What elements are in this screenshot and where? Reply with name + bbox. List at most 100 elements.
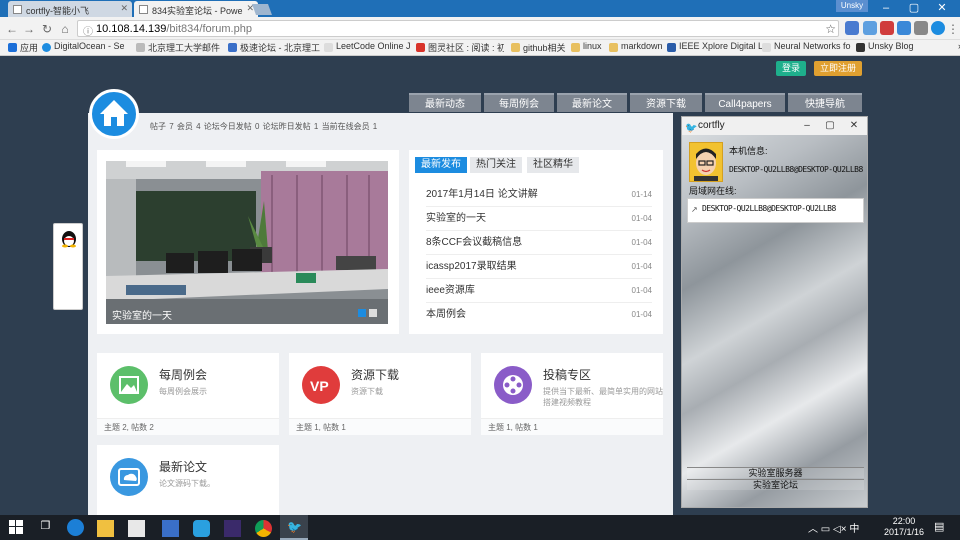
notification-icon[interactable]: ▤: [934, 520, 948, 534]
edge-browser-icon[interactable]: [67, 519, 84, 536]
slide-image[interactable]: [106, 161, 388, 324]
local-info-label: 本机信息:: [729, 146, 768, 156]
file-explorer-icon[interactable]: [97, 520, 114, 537]
more-bookmarks-icon[interactable]: »: [946, 41, 960, 55]
forum-title[interactable]: 最新论文: [159, 458, 207, 475]
windows-start-icon[interactable]: [9, 520, 23, 534]
vip-icon: VP: [302, 366, 340, 404]
close-icon[interactable]: ✕: [846, 117, 862, 135]
forum-desc: 论文源码下载。: [159, 479, 215, 488]
cloud-upload-icon: [110, 458, 148, 496]
forum-card-weekly[interactable]: 每周例会 每周例会展示 主题 2, 帖数 2: [97, 353, 279, 435]
task-view-icon[interactable]: ❐: [37, 519, 54, 536]
forum-desc: 提供当下最新、最简单实用的网站 搭建视频教程: [543, 387, 663, 407]
maximize-icon[interactable]: ▢: [822, 117, 838, 135]
app-icon[interactable]: [162, 520, 179, 537]
minimize-icon[interactable]: –: [872, 0, 900, 17]
taskbar-clock[interactable]: 22:00 2017/1/16: [880, 516, 928, 538]
bookmark-item[interactable]: LeetCode Online Ju: [324, 41, 410, 55]
qq-app-icon[interactable]: [193, 520, 210, 537]
login-button[interactable]: 登录: [776, 61, 806, 76]
forum-card-papers[interactable]: 最新论文 论文源码下载。: [97, 445, 279, 515]
forum-stats: 主题 1, 帖数 1: [289, 418, 471, 435]
tab-featured[interactable]: 社区精华: [527, 157, 579, 173]
bookmark-folder[interactable]: github相关: [511, 41, 575, 55]
info-icon[interactable]: ⓘ: [83, 23, 93, 38]
minimize-icon[interactable]: –: [799, 117, 815, 135]
bookmark-item[interactable]: DigitalOcean - Setti: [42, 41, 124, 55]
bookmark-item[interactable]: Neural Networks fo: [762, 41, 854, 55]
window-title: cortfly: [698, 120, 725, 131]
slide-dot[interactable]: [369, 309, 377, 317]
list-item[interactable]: icassp2017录取结果 01-04: [426, 255, 652, 279]
lab-forum-button[interactable]: 实验室论坛: [687, 479, 864, 490]
film-reel-icon: [494, 366, 532, 404]
slide-dot-active[interactable]: [358, 309, 366, 317]
extension-icon[interactable]: [845, 21, 859, 35]
nav-tab-quicknav[interactable]: 快捷导航: [788, 93, 862, 112]
tab-latest-posts[interactable]: 最新发布: [415, 157, 467, 173]
bookmark-item[interactable]: Unsky Blog: [856, 41, 926, 55]
bookmark-folder[interactable]: markdown: [609, 41, 669, 55]
maximize-icon[interactable]: ▢: [900, 0, 928, 17]
folder-icon: [511, 43, 520, 52]
forum-card-downloads[interactable]: VP 资源下载 资源下载 主题 1, 帖数 1: [289, 353, 471, 435]
nav-tab-call4papers[interactable]: Call4papers: [705, 93, 785, 112]
browser-tab-forum[interactable]: 834实验室论坛 - Powe ✕: [134, 1, 258, 17]
extension-icon[interactable]: [863, 21, 877, 35]
page-icon: [139, 5, 148, 14]
bookmark-item[interactable]: IEEE Xplore Digital L: [667, 41, 763, 55]
list-item[interactable]: 2017年1月14日 论文讲解 01-14: [426, 183, 652, 207]
nav-tab-weekly[interactable]: 每周例会: [484, 93, 554, 112]
nav-tab-downloads[interactable]: 资源下载: [630, 93, 702, 112]
extension-icon[interactable]: [897, 21, 911, 35]
bookmark-item[interactable]: 图灵社区 : 阅读 : 初: [416, 41, 504, 55]
browser-user-badge[interactable]: Unsky: [836, 0, 868, 12]
qq-contact-widget[interactable]: [53, 223, 83, 310]
lab-server-button[interactable]: 实验室服务器: [687, 467, 864, 478]
site-icon: [416, 43, 425, 52]
forum-title[interactable]: 每周例会: [159, 366, 207, 383]
extension-icon[interactable]: [914, 21, 928, 35]
bookmark-item[interactable]: 极速论坛 - 北京理工: [228, 41, 324, 55]
list-item[interactable]: ieee资源库 01-04: [426, 279, 652, 303]
chrome-icon[interactable]: [255, 520, 272, 537]
forum-desc: 每周例会展示: [159, 387, 207, 396]
nav-tab-papers[interactable]: 最新论文: [557, 93, 627, 112]
bookmark-star-icon[interactable]: ☆: [825, 22, 836, 36]
forum-title[interactable]: 投稿专区: [543, 366, 591, 383]
address-toolbar: ← → ↻ ⌂ ⓘ 10.108.14.139/bit834/forum.php…: [0, 17, 960, 40]
close-window-icon[interactable]: ✕: [928, 0, 956, 17]
forum-title[interactable]: 资源下载: [351, 366, 399, 383]
forum-desc: 资源下载: [351, 387, 383, 396]
list-item[interactable]: 本周例会 01-04: [426, 303, 652, 327]
reload-icon[interactable]: ↻: [40, 22, 54, 36]
forum-card-submissions[interactable]: 投稿专区 提供当下最新、最简单实用的网站 搭建视频教程 主题 1, 帖数 1: [481, 353, 663, 435]
back-icon[interactable]: ←: [5, 22, 19, 36]
menu-icon[interactable]: ⋮: [946, 22, 960, 36]
url-input[interactable]: ⓘ 10.108.14.139/bit834/forum.php ☆: [77, 20, 839, 38]
home-icon[interactable]: ⌂: [58, 22, 72, 36]
svg-text:VP: VP: [310, 378, 329, 394]
forward-icon[interactable]: →: [22, 22, 36, 36]
close-icon[interactable]: ✕: [120, 3, 128, 14]
bookmark-apps[interactable]: 应用: [8, 41, 38, 55]
list-item[interactable]: 8条CCF会议截稿信息 01-04: [426, 231, 652, 255]
window-titlebar[interactable]: 🐦 cortfly – ▢ ✕: [682, 117, 867, 135]
extension-icon[interactable]: [880, 21, 894, 35]
store-icon[interactable]: [128, 520, 145, 537]
nav-tab-latest[interactable]: 最新动态: [409, 93, 481, 112]
list-item[interactable]: DESKTOP-QU2LLB8@DESKTOP-QU2LLB8: [702, 204, 836, 213]
app-icon[interactable]: [224, 520, 241, 537]
home-logo[interactable]: [89, 89, 139, 139]
extension-icon[interactable]: [931, 21, 945, 35]
list-item[interactable]: 实验室的一天 01-04: [426, 207, 652, 231]
forum-stats: 帖子 7 会员 4 论坛今日发帖 0 论坛昨日发帖 1 当前在线会员 1: [150, 122, 378, 131]
browser-tab-cortfly[interactable]: cortfly-智能小飞 ✕: [8, 1, 132, 17]
tab-hot[interactable]: 热门关注: [470, 157, 522, 173]
tray-icons[interactable]: ︿ ▭ ◁× 中: [808, 520, 859, 535]
bookmark-folder[interactable]: linux: [571, 41, 609, 55]
register-button[interactable]: 立即注册: [814, 61, 862, 76]
apps-icon: [8, 43, 17, 52]
bookmark-item[interactable]: 北京理工大学邮件系: [136, 41, 220, 55]
